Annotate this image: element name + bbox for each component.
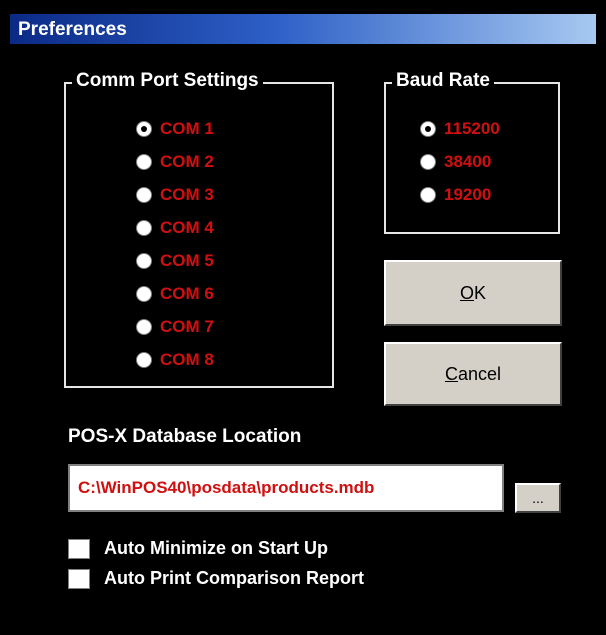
cancel-button[interactable]: Cancel [384, 342, 562, 406]
radio-com-1[interactable]: COM 1 [136, 116, 214, 142]
radio-com-4[interactable]: COM 4 [136, 215, 214, 241]
cancel-button-mnemonic: C [444, 363, 458, 384]
radio-button-icon[interactable] [136, 154, 152, 170]
radio-com-8[interactable]: COM 8 [136, 347, 214, 373]
auto-minimize-checkbox[interactable] [68, 538, 90, 559]
radio-com-2[interactable]: COM 2 [136, 149, 214, 175]
radio-label: COM 5 [160, 251, 214, 270]
radio-button-icon[interactable] [136, 286, 152, 302]
baud-rate-frame-title: Baud Rate [392, 70, 494, 92]
browse-button-label: ... [532, 490, 544, 506]
browse-button[interactable]: ... [515, 483, 561, 513]
ok-button[interactable]: OK [384, 260, 562, 326]
title-bar: Preferences [10, 14, 596, 44]
auto-print-checkbox[interactable] [68, 568, 90, 589]
radio-button-icon[interactable] [136, 253, 152, 269]
radio-button-icon[interactable] [136, 220, 152, 236]
radio-button-icon[interactable] [420, 187, 436, 203]
radio-com-7[interactable]: COM 7 [136, 314, 214, 340]
radio-label: 19200 [444, 185, 492, 204]
database-location-label: POS-X Database Location [68, 426, 302, 447]
auto-minimize-label: Auto Minimize on Start Up [104, 538, 328, 558]
ok-button-label: K [474, 282, 487, 303]
radio-button-icon[interactable] [420, 121, 436, 137]
radio-label: COM 4 [160, 218, 214, 237]
radio-label: COM 3 [160, 185, 214, 204]
radio-button-icon[interactable] [136, 352, 152, 368]
radio-label: COM 7 [160, 317, 214, 336]
auto-minimize-option[interactable]: Auto Minimize on Start Up [68, 538, 328, 559]
preferences-body: Comm Port Settings COM 1 COM 2 COM 3 COM… [10, 44, 596, 635]
cancel-button-label: ancel [457, 363, 502, 384]
comm-port-frame: Comm Port Settings COM 1 COM 2 COM 3 COM… [64, 70, 334, 388]
radio-com-5[interactable]: COM 5 [136, 248, 214, 274]
baud-rate-frame: Baud Rate 115200 38400 19200 [384, 70, 560, 234]
radio-label: COM 2 [160, 152, 214, 171]
radio-button-icon[interactable] [420, 154, 436, 170]
radio-baud-115200[interactable]: 115200 [420, 116, 500, 142]
radio-com-3[interactable]: COM 3 [136, 182, 214, 208]
preferences-window: Preferences Comm Port Settings COM 1 COM… [0, 0, 606, 635]
auto-print-option[interactable]: Auto Print Comparison Report [68, 568, 364, 589]
radio-button-icon[interactable] [136, 121, 152, 137]
database-location-input[interactable] [68, 464, 504, 512]
radio-com-6[interactable]: COM 6 [136, 281, 214, 307]
radio-baud-38400[interactable]: 38400 [420, 149, 491, 175]
radio-button-icon[interactable] [136, 187, 152, 203]
radio-label: 38400 [444, 152, 492, 171]
radio-button-icon[interactable] [136, 319, 152, 335]
auto-print-label: Auto Print Comparison Report [104, 568, 364, 588]
radio-label: COM 6 [160, 284, 214, 303]
radio-label: 115200 [444, 119, 500, 138]
window-title: Preferences [18, 19, 127, 40]
radio-baud-19200[interactable]: 19200 [420, 182, 491, 208]
ok-button-mnemonic: O [459, 282, 474, 303]
comm-port-frame-title: Comm Port Settings [72, 70, 263, 92]
radio-label: COM 8 [160, 350, 214, 369]
radio-label: COM 1 [160, 119, 214, 138]
